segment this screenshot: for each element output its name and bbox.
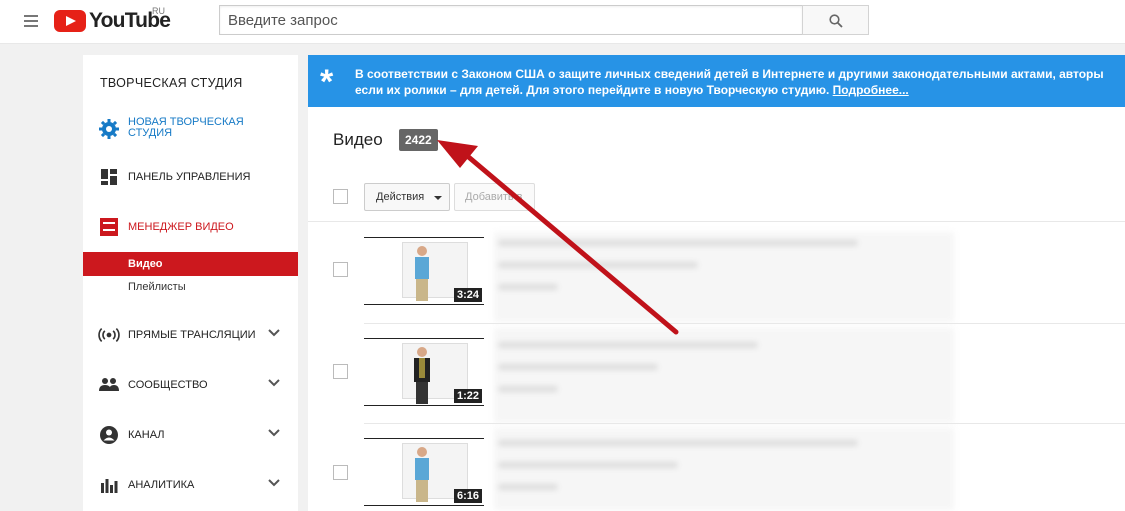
- community-icon: [98, 374, 120, 396]
- sidebar-item-community[interactable]: СООБЩЕСТВО: [83, 370, 298, 400]
- select-all-checkbox[interactable]: [333, 189, 348, 204]
- page-title: Видео: [333, 130, 383, 149]
- presenter-figure: [415, 246, 429, 301]
- video-manager-main: * В соответствии с Законом США о защите …: [308, 55, 1125, 511]
- search-icon: [829, 14, 843, 28]
- banner-line-2: если их ролики – для детей. Для этого пе…: [355, 82, 1125, 98]
- video-duration: 3:24: [453, 288, 482, 302]
- live-icon: [98, 324, 120, 346]
- sidebar-sub-item-videos[interactable]: Видео: [83, 252, 298, 276]
- analytics-icon: [98, 474, 120, 496]
- chevron-down-icon[interactable]: [268, 379, 280, 387]
- presenter-figure: [415, 447, 429, 502]
- banner-text: В соответствии с Законом США о защите ли…: [355, 66, 1125, 98]
- video-manager-icon: [98, 216, 120, 238]
- banner-line-2-text: если их ролики – для детей. Для этого пе…: [355, 83, 830, 97]
- sidebar-sub-item-playlists[interactable]: Плейлисты: [83, 275, 298, 299]
- sidebar-item-analytics[interactable]: АНАЛИТИКА: [83, 470, 298, 500]
- video-count-badge: 2422: [399, 129, 438, 151]
- logo-region: RU: [152, 6, 165, 16]
- learn-more-link[interactable]: Подробнее...: [833, 83, 909, 97]
- table-row: 6:16: [308, 423, 1125, 511]
- add-to-button[interactable]: Добавить в: [454, 183, 535, 211]
- asterisk-icon: *: [320, 63, 334, 101]
- chevron-down-icon[interactable]: [268, 479, 280, 487]
- sidebar-item-label: АНАЛИТИКА: [128, 478, 195, 491]
- video-duration: 6:16: [453, 489, 482, 503]
- blurred-video-details: [494, 328, 954, 423]
- sidebar-item-channel[interactable]: КАНАЛ: [83, 420, 298, 450]
- row-checkbox[interactable]: [333, 364, 348, 379]
- table-row: 3:24: [308, 222, 1125, 322]
- chevron-down-icon[interactable]: [268, 429, 280, 437]
- gear-icon: [98, 118, 120, 140]
- menu-icon[interactable]: [24, 15, 38, 27]
- caret-down-icon: [434, 196, 442, 200]
- sidebar-item-dashboard[interactable]: ПАНЕЛЬ УПРАВЛЕНИЯ: [83, 162, 298, 192]
- sidebar-item-label: СООБЩЕСТВО: [128, 378, 208, 391]
- channel-icon: [98, 424, 120, 446]
- search-input[interactable]: [219, 5, 803, 35]
- coppa-banner: * В соответствии с Законом США о защите …: [308, 55, 1125, 107]
- presenter-figure: [414, 347, 430, 404]
- sidebar-item-new-studio[interactable]: НОВАЯ ТВОРЧЕСКАЯ СТУДИЯ: [83, 114, 298, 144]
- blurred-video-details: [494, 232, 954, 322]
- blurred-video-details: [494, 428, 954, 510]
- video-thumbnail[interactable]: 6:16: [364, 438, 484, 506]
- search-button[interactable]: [802, 5, 869, 35]
- sidebar-item-live[interactable]: ПРЯМЫЕ ТРАНСЛЯЦИИ: [83, 320, 298, 350]
- banner-line-1: В соответствии с Законом США о защите ли…: [355, 67, 1104, 81]
- row-checkbox[interactable]: [333, 262, 348, 277]
- row-checkbox[interactable]: [333, 465, 348, 480]
- sidebar-item-video-manager[interactable]: МЕНЕДЖЕР ВИДЕО: [83, 212, 298, 242]
- chevron-down-icon[interactable]: [268, 329, 280, 337]
- sidebar-item-label: КАНАЛ: [128, 428, 165, 441]
- actions-dropdown[interactable]: Действия: [364, 183, 450, 211]
- new-studio-label-line2: СТУДИЯ: [128, 127, 173, 139]
- sidebar-item-label: ПРЯМЫЕ ТРАНСЛЯЦИИ: [128, 328, 256, 341]
- masthead: YouTube RU: [0, 0, 1125, 44]
- video-duration: 1:22: [453, 389, 482, 403]
- table-row: 1:22: [308, 323, 1125, 423]
- video-thumbnail[interactable]: 1:22: [364, 338, 484, 406]
- play-logo-icon: [54, 10, 86, 32]
- video-thumbnail[interactable]: 3:24: [364, 237, 484, 305]
- sidebar-item-label: ПАНЕЛЬ УПРАВЛЕНИЯ: [128, 170, 251, 183]
- sidebar-item-label: МЕНЕДЖЕР ВИДЕО: [128, 220, 234, 233]
- actions-label: Действия: [376, 191, 425, 203]
- studio-sidebar: ТВОРЧЕСКАЯ СТУДИЯ НОВАЯ ТВОРЧЕСКАЯ СТУДИ…: [83, 55, 298, 511]
- dashboard-icon: [98, 166, 120, 188]
- sidebar-title: ТВОРЧЕСКАЯ СТУДИЯ: [100, 76, 243, 90]
